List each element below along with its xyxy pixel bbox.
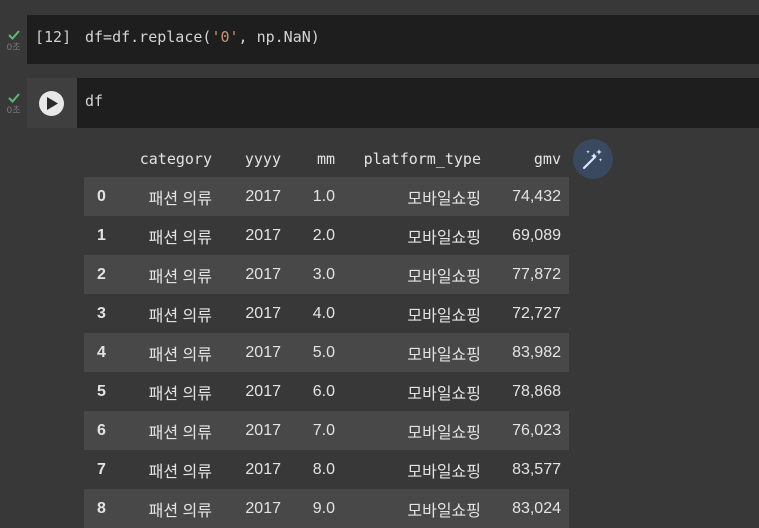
cell-mm: 5.0	[312, 343, 335, 361]
cell-platform-type: 모바일쇼핑	[407, 385, 481, 403]
cell-mm: 2.0	[312, 226, 335, 244]
cell-mm: 9.0	[312, 499, 335, 517]
table-row: 4 패션 의류 2017 5.0 모바일쇼핑 83,982	[84, 333, 569, 372]
cell-mm: 4.0	[312, 304, 335, 322]
cell-gmv: 83,577	[512, 460, 561, 478]
cell-gmv: 78,868	[512, 382, 561, 400]
cell-mm: 8.0	[312, 460, 335, 478]
dataframe-table: category yyyy mm platform_type gmv 0 패션 의…	[84, 140, 569, 528]
cell-mm: 7.0	[312, 421, 335, 439]
table-row: 1 패션 의류 2017 2.0 모바일쇼핑 69,089	[84, 216, 569, 255]
table-row: 8 패션 의류 2017 9.0 모바일쇼핑 83,024	[84, 489, 569, 528]
checkmark-icon	[0, 93, 27, 107]
cell-gmv: 83,982	[512, 343, 561, 361]
magic-wand-icon	[582, 149, 603, 170]
cell-output: category yyyy mm platform_type gmv 0 패션 의…	[27, 128, 759, 528]
table-row: 0 패션 의류 2017 1.0 모바일쇼핑 74,432	[84, 177, 569, 216]
cell-category: 패션 의류	[148, 385, 212, 403]
cell-platform-type: 모바일쇼핑	[407, 229, 481, 247]
row-index: 7	[97, 460, 106, 478]
code-text: , np.NaN)	[238, 28, 320, 46]
column-header: platform_type	[363, 149, 481, 168]
row-index: 6	[97, 421, 106, 439]
cell-category: 패션 의류	[148, 463, 212, 481]
cell-platform-type: 모바일쇼핑	[407, 502, 481, 520]
left-gutter	[0, 0, 27, 518]
column-header: category	[139, 149, 212, 168]
cell-category: 패션 의류	[148, 307, 212, 325]
code-string-literal: '0'	[211, 28, 239, 46]
cell-mm: 3.0	[312, 265, 335, 283]
cell-yyyy: 2017	[245, 460, 281, 478]
row-index: 2	[97, 265, 106, 283]
cell-platform-type: 모바일쇼핑	[407, 463, 481, 481]
cell-1-status: 0초	[0, 30, 27, 53]
cell-gmv: 76,023	[512, 421, 561, 439]
cell-2-status: 0초	[0, 93, 27, 116]
code-text: df=df.replace(	[85, 28, 212, 46]
cell-gmv: 69,089	[512, 226, 561, 244]
run-cell-button[interactable]	[39, 91, 64, 116]
execution-count: [12]	[35, 28, 72, 46]
cell-category: 패션 의류	[148, 229, 212, 247]
play-icon	[47, 97, 58, 110]
cell-yyyy: 2017	[245, 343, 281, 361]
cell-gmv: 74,432	[512, 187, 561, 205]
cell-yyyy: 2017	[245, 382, 281, 400]
cell-category: 패션 의류	[148, 424, 212, 442]
row-index: 1	[97, 226, 106, 244]
cell-gmv: 77,872	[512, 265, 561, 283]
cell-category: 패션 의류	[148, 502, 212, 520]
code-editor[interactable]: df=df.replace('0', np.NaN)	[85, 28, 320, 46]
cell-yyyy: 2017	[245, 187, 281, 205]
column-header: mm	[316, 149, 335, 168]
suggest-chart-button[interactable]	[573, 139, 613, 179]
code-editor[interactable]: df	[85, 92, 103, 110]
column-header: gmv	[533, 149, 561, 168]
run-gutter	[27, 78, 77, 128]
cell-category: 패션 의류	[148, 268, 212, 286]
cell-platform-type: 모바일쇼핑	[407, 307, 481, 325]
table-row: 2 패션 의류 2017 3.0 모바일쇼핑 77,872	[84, 255, 569, 294]
row-index: 4	[97, 343, 106, 361]
cell-platform-type: 모바일쇼핑	[407, 424, 481, 442]
cell-platform-type: 모바일쇼핑	[407, 190, 481, 208]
cell-category: 패션 의류	[148, 190, 212, 208]
cell-yyyy: 2017	[245, 421, 281, 439]
cell-yyyy: 2017	[245, 265, 281, 283]
cell-mm: 1.0	[312, 187, 335, 205]
cell-mm: 6.0	[312, 382, 335, 400]
cell-category: 패션 의류	[148, 346, 212, 364]
cell-yyyy: 2017	[245, 499, 281, 517]
column-header: yyyy	[244, 149, 281, 168]
table-row: 7 패션 의류 2017 8.0 모바일쇼핑 83,577	[84, 450, 569, 489]
cell-2-exec-time: 0초	[6, 106, 21, 116]
cell-yyyy: 2017	[245, 226, 281, 244]
code-cell-1[interactable]: [12] df=df.replace('0', np.NaN)	[27, 15, 759, 64]
cell-yyyy: 2017	[245, 304, 281, 322]
cell-platform-type: 모바일쇼핑	[407, 346, 481, 364]
table-row: 6 패션 의류 2017 7.0 모바일쇼핑 76,023	[84, 411, 569, 450]
cell-gmv: 72,727	[512, 304, 561, 322]
table-header-row: category yyyy mm platform_type gmv	[84, 140, 569, 177]
table-row: 3 패션 의류 2017 4.0 모바일쇼핑 72,727	[84, 294, 569, 333]
cell-gmv: 83,024	[512, 499, 561, 517]
index-header	[84, 140, 122, 177]
table-row: 5 패션 의류 2017 6.0 모바일쇼핑 78,868	[84, 372, 569, 411]
checkmark-icon	[0, 30, 27, 44]
code-cell-2[interactable]: df	[27, 78, 759, 128]
cell-1-exec-time: 0초	[6, 43, 21, 53]
row-index: 5	[97, 382, 106, 400]
row-index: 0	[97, 187, 106, 205]
row-index: 8	[97, 499, 106, 517]
row-index: 3	[97, 304, 106, 322]
cell-platform-type: 모바일쇼핑	[407, 268, 481, 286]
